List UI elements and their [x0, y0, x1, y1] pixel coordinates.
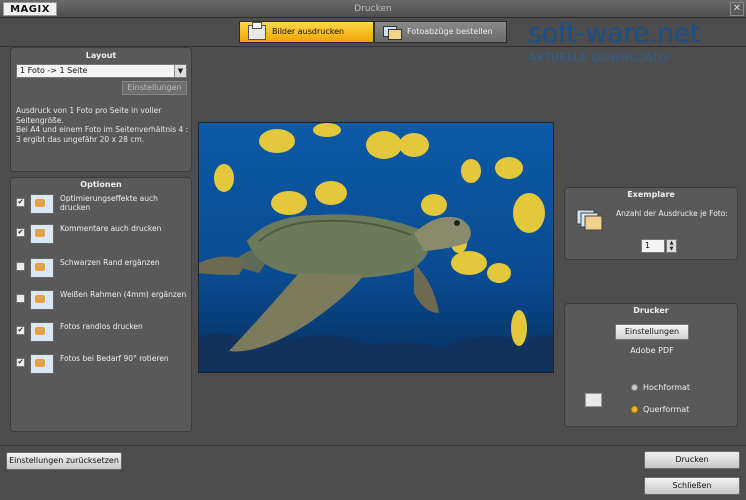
- copies-icon: [576, 209, 603, 231]
- tab-order-prints[interactable]: Fotoabzüge bestellen: [374, 21, 507, 43]
- option-checkbox[interactable]: ✔: [16, 326, 25, 335]
- printer-settings-button[interactable]: Einstellungen: [615, 324, 689, 340]
- printer-panel: Drucker Einstellungen Adobe PDF Hochform…: [564, 303, 738, 427]
- option-checkbox[interactable]: ✔: [16, 228, 25, 237]
- layout-select-value: 1 Foto -> 1 Seite: [20, 66, 88, 75]
- title-bar: Drucken MAGIX ✕: [0, 0, 746, 18]
- photos-icon: [383, 25, 402, 40]
- options-panel-title: Optionen: [80, 180, 122, 189]
- close-button[interactable]: Schließen: [644, 477, 740, 495]
- tab-print-images-label: Bilder ausdrucken: [272, 27, 345, 36]
- option-label: Kommentare auch drucken: [60, 224, 162, 233]
- window-close-button[interactable]: ✕: [730, 2, 744, 16]
- options-panel: Optionen ✔ Optimierungseffekte auch druck…: [10, 177, 192, 432]
- layout-select[interactable]: 1 Foto -> 1 Seite ▼: [16, 64, 187, 78]
- photo-preview: [198, 122, 554, 373]
- copies-panel: Exemplare Anzahl der Ausdrucke je Foto: …: [564, 187, 738, 260]
- reset-settings-button[interactable]: Einstellungen zurücksetzen: [6, 452, 122, 470]
- option-row[interactable]: ✔ Fotos bei Bedarf 90° rotieren: [16, 354, 191, 378]
- watermark-title: soft-ware.net: [528, 18, 701, 49]
- layout-description: Ausdruck von 1 Foto pro Seite in voller …: [16, 106, 189, 144]
- option-checkbox[interactable]: [16, 262, 25, 271]
- portrait-label[interactable]: Hochformat: [643, 383, 690, 392]
- watermark-subtitle: AKTUELLE DOWNLOADS: [529, 51, 670, 64]
- option-label: Weißen Rahmen (4mm) ergänzen: [60, 290, 187, 299]
- landscape-label[interactable]: Querformat: [643, 405, 689, 414]
- copies-label: Anzahl der Ausdrucke je Foto:: [616, 209, 728, 218]
- layout-panel-title: Layout: [85, 51, 117, 60]
- tab-print-images[interactable]: Bilder ausdrucken: [239, 21, 374, 43]
- printer-name: Adobe PDF: [630, 346, 674, 355]
- option-row[interactable]: ✔ Kommentare auch drucken: [16, 224, 191, 248]
- copies-input[interactable]: 1: [641, 239, 665, 253]
- copies-panel-title: Exemplare: [627, 190, 675, 199]
- option-checkbox[interactable]: [16, 294, 25, 303]
- layout-settings-button[interactable]: Einstellungen: [122, 81, 187, 95]
- option-checkbox[interactable]: ✔: [16, 358, 25, 367]
- magix-logo: MAGIX: [3, 2, 57, 16]
- printer-panel-title: Drucker: [633, 306, 669, 315]
- option-checkbox[interactable]: ✔: [16, 198, 25, 207]
- comments-icon: [30, 224, 54, 244]
- landscape-radio[interactable]: [631, 406, 638, 413]
- option-label: Optimierungseffekte auch drucken: [60, 194, 158, 212]
- window-title: Drucken: [354, 4, 392, 14]
- option-label: Schwarzen Rand ergänzen: [60, 258, 160, 267]
- option-row[interactable]: Weißen Rahmen (4mm) ergänzen: [16, 290, 191, 314]
- option-row[interactable]: ✔ Optimierungseffekte auch drucken: [16, 194, 191, 218]
- black-border-icon: [30, 258, 54, 278]
- option-label: Fotos bei Bedarf 90° rotieren: [60, 354, 169, 363]
- tab-order-prints-label: Fotoabzüge bestellen: [407, 27, 493, 36]
- layout-panel: Layout 1 Foto -> 1 Seite ▼ Einstellungen…: [10, 47, 192, 172]
- portrait-radio[interactable]: [631, 384, 638, 391]
- chevron-down-icon[interactable]: ▼: [174, 65, 186, 77]
- print-button[interactable]: Drucken: [644, 451, 740, 469]
- printer-icon: [248, 21, 266, 40]
- option-row[interactable]: ✔ Fotos randlos drucken: [16, 322, 191, 346]
- paper-orientation-icon: [585, 393, 602, 407]
- borderless-icon: [30, 322, 54, 342]
- rotate-icon: [30, 354, 54, 374]
- option-label: Fotos randlos drucken: [60, 322, 143, 331]
- effects-icon: [30, 194, 54, 214]
- option-row[interactable]: Schwarzen Rand ergänzen: [16, 258, 191, 282]
- white-frame-icon: [30, 290, 54, 310]
- spin-down-icon[interactable]: ▼: [667, 246, 676, 252]
- copies-stepper[interactable]: ▲ ▼: [666, 239, 677, 253]
- footer-divider: [0, 445, 746, 446]
- turtle-photo: [199, 123, 553, 372]
